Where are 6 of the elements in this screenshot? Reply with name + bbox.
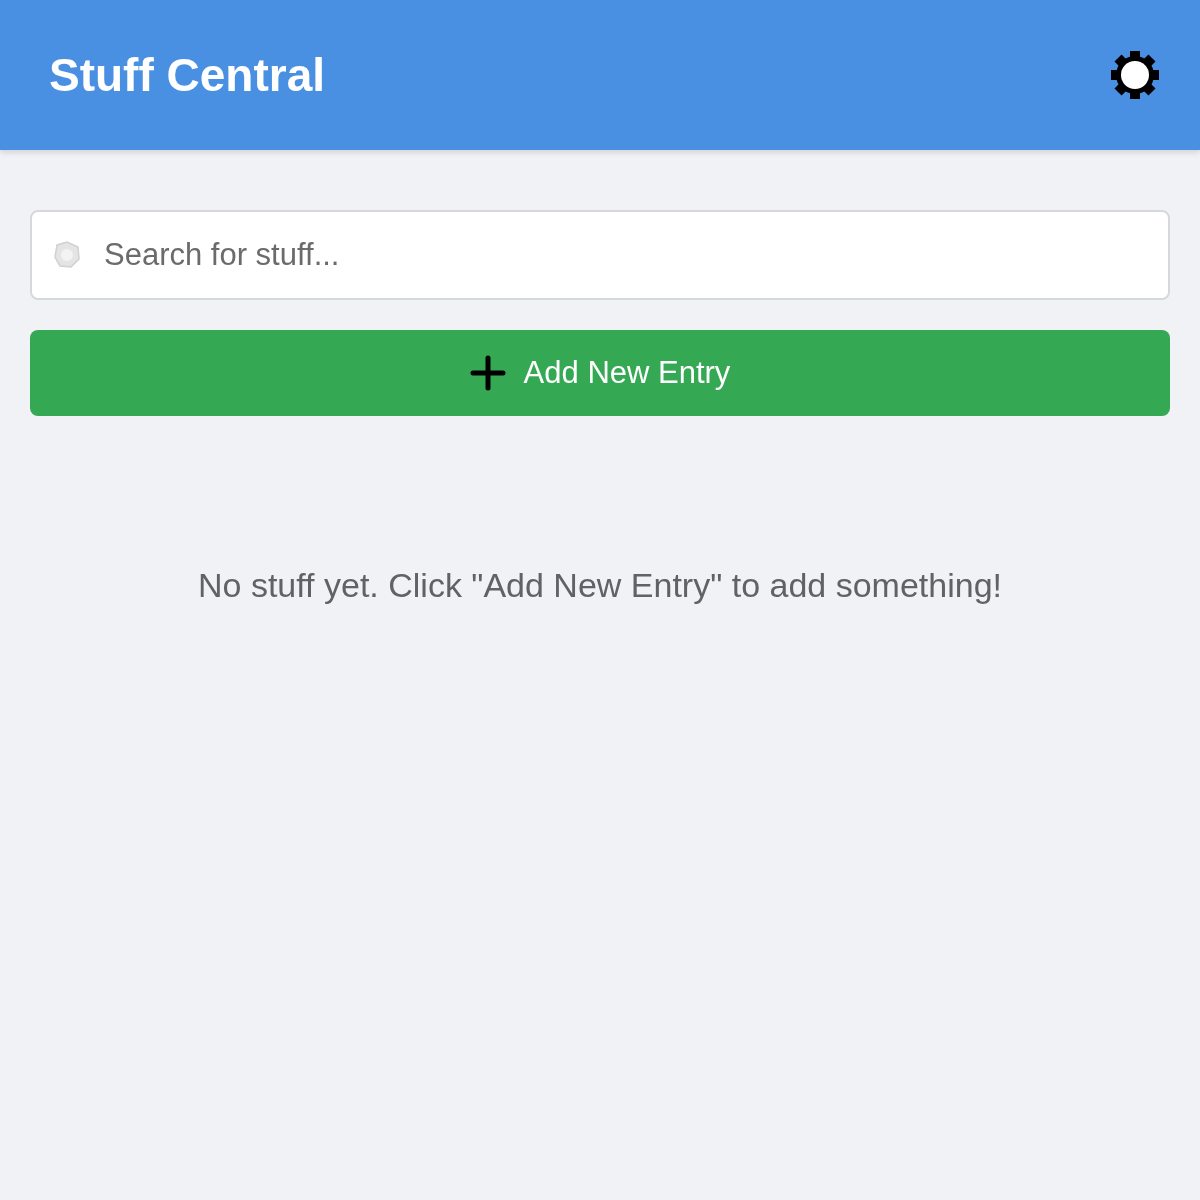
search-field[interactable]: Search for stuff... xyxy=(30,210,1170,300)
add-entry-button[interactable]: Add New Entry xyxy=(30,330,1170,416)
settings-icon[interactable] xyxy=(1110,50,1160,100)
empty-message: No stuff yet. Click "Add New Entry" to add something! xyxy=(197,566,1003,605)
plus-icon xyxy=(469,355,506,391)
app-title: Stuff Central xyxy=(49,48,325,102)
